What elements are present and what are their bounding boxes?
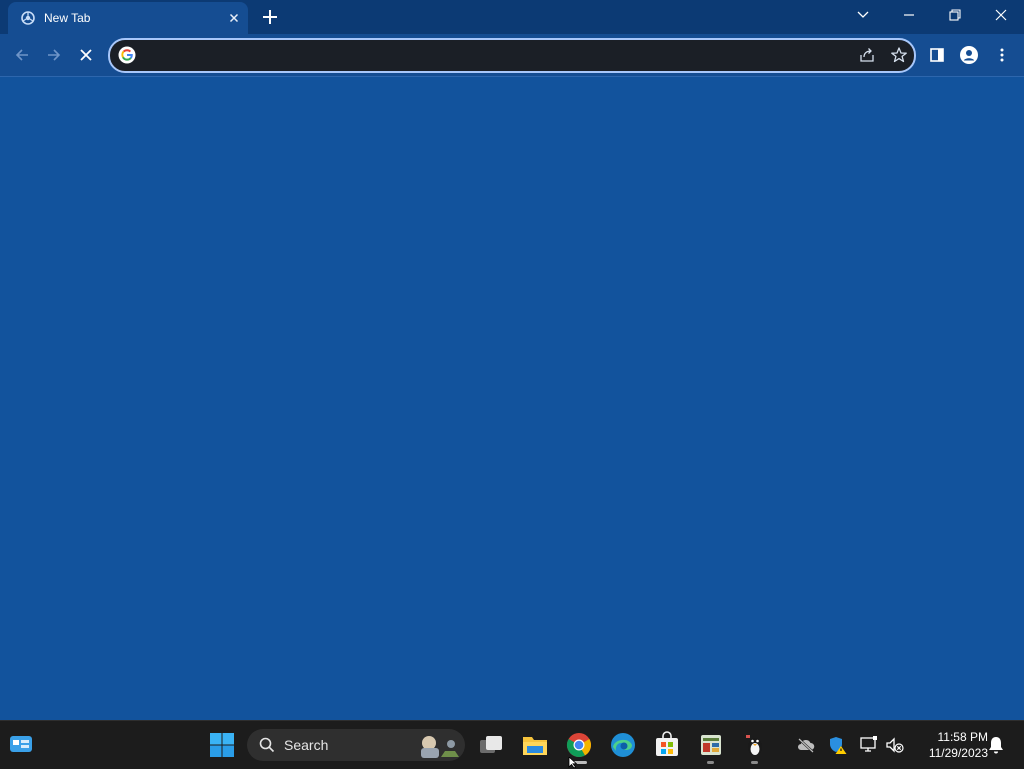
profile-button[interactable] [956, 42, 982, 68]
side-panel-icon [930, 48, 944, 62]
minimize-icon [904, 14, 914, 16]
address-bar[interactable] [108, 38, 916, 73]
search-icon [259, 737, 275, 753]
search-label: Search [284, 737, 329, 753]
forward-button[interactable] [41, 42, 67, 68]
tab-search-button[interactable] [840, 0, 886, 30]
app-running-indicator [707, 761, 714, 764]
penguin-app-icon[interactable] [741, 731, 769, 759]
bell-icon[interactable] [986, 735, 1006, 755]
mouse-cursor-icon [568, 757, 578, 768]
search-highlight-icon [421, 736, 459, 758]
back-button[interactable] [9, 42, 35, 68]
star-icon[interactable] [890, 46, 908, 64]
tab-title: New Tab [44, 11, 91, 25]
clock-date: 11/29/2023 [928, 746, 988, 760]
tab-favicon-icon [21, 11, 35, 25]
plus-icon[interactable] [258, 5, 282, 29]
omnibox-input[interactable] [144, 45, 848, 67]
menu-button[interactable] [989, 42, 1015, 68]
browser-toolbar [0, 34, 1024, 77]
taskbar: Search 11:58 PM 11/29/2023 [0, 720, 1024, 769]
task-view-icon[interactable] [477, 731, 505, 759]
profile-icon [960, 46, 978, 64]
more-vert-icon [1000, 48, 1004, 62]
tab-new-tab[interactable]: New Tab [8, 2, 248, 34]
close-icon [995, 9, 1007, 21]
volume-muted-icon[interactable] [885, 735, 905, 755]
close-icon[interactable] [226, 10, 242, 26]
clock-time: 11:58 PM [937, 730, 988, 744]
share-icon[interactable] [858, 46, 876, 64]
file-explorer-icon[interactable] [521, 731, 549, 759]
store-icon[interactable] [653, 731, 681, 759]
penguin-running-indicator [751, 761, 758, 764]
back-arrow-icon [15, 49, 28, 61]
chevron-down-icon [857, 11, 869, 18]
taskbar-clock[interactable]: 11:58 PM 11/29/2023 [912, 729, 988, 761]
widgets-icon[interactable] [8, 733, 34, 755]
edge-icon[interactable] [609, 731, 637, 759]
google-g-icon [118, 46, 136, 64]
side-panel-button[interactable] [924, 42, 950, 68]
stop-loading-button[interactable] [73, 42, 99, 68]
page-content [0, 77, 1024, 720]
forward-arrow-icon [48, 49, 61, 61]
minimize-button[interactable] [886, 0, 932, 30]
stop-loading-icon [80, 49, 92, 61]
chrome-icon[interactable] [565, 731, 593, 759]
taskbar-search-box[interactable]: Search [247, 729, 465, 761]
restore-icon [949, 9, 961, 21]
windows-start-icon[interactable] [208, 731, 236, 759]
tab-strip: New Tab [0, 0, 1024, 34]
network-icon[interactable] [859, 735, 879, 755]
restore-button[interactable] [932, 0, 978, 30]
app-icon[interactable] [697, 731, 725, 759]
defender-warning-icon[interactable] [828, 735, 848, 755]
cloud-off-icon[interactable] [796, 735, 816, 755]
close-window-button[interactable] [978, 0, 1024, 30]
